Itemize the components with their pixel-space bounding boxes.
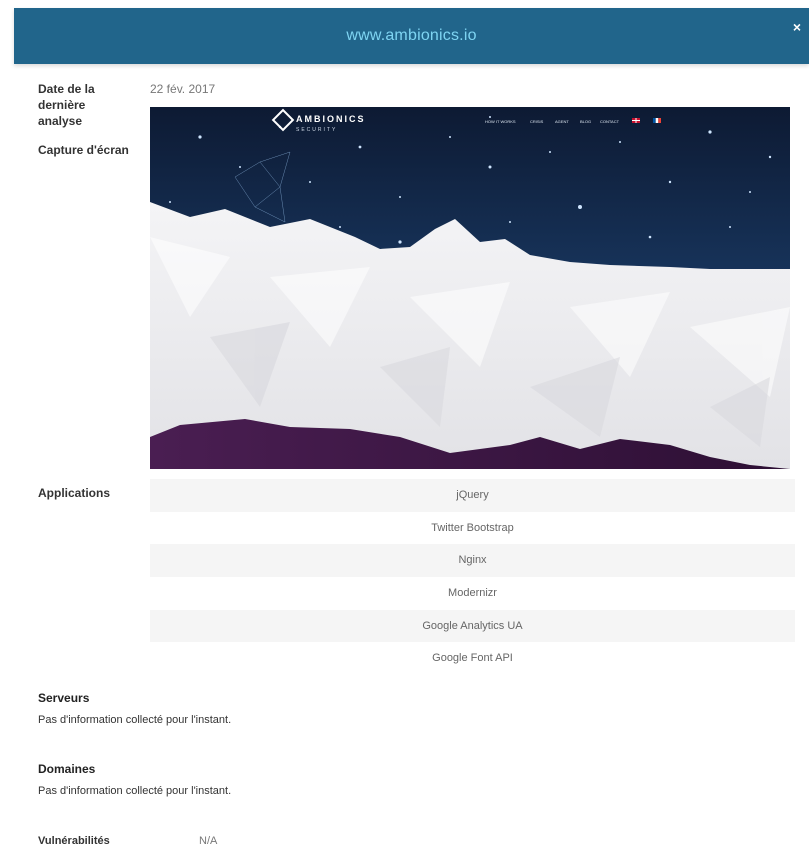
last-scan-label-line3: analyse bbox=[38, 114, 83, 128]
vulnerabilities-label: Vulnérabilités bbox=[38, 835, 110, 847]
application-item: Modernizr bbox=[448, 587, 497, 600]
site-screenshot[interactable]: AMBIONICS SECURITY HOW IT WORKS CRISIS A… bbox=[150, 107, 790, 469]
screenshot-nav-item: CRISIS bbox=[530, 119, 544, 124]
servers-text: Pas d'information collecté pour l'instan… bbox=[38, 714, 232, 726]
domains-title: Domaines bbox=[38, 762, 96, 776]
screenshot-logo-bottom: SECURITY bbox=[296, 127, 337, 133]
site-screenshot-image: AMBIONICS SECURITY HOW IT WORKS CRISIS A… bbox=[150, 107, 790, 469]
screenshot-logo-top: AMBIONICS bbox=[296, 114, 366, 124]
screenshot-nav-item: BLOG bbox=[580, 119, 591, 124]
vulnerabilities-value: N/A bbox=[199, 835, 218, 847]
last-scan-label-line1: Date de la bbox=[38, 82, 95, 96]
screenshot-nav-item: HOW IT WORKS bbox=[485, 119, 516, 124]
servers-title: Serveurs bbox=[38, 691, 90, 705]
site-detail-modal: www.ambionics.io × Date de la dernière a… bbox=[0, 0, 809, 849]
last-scan-label-line2: dernière bbox=[38, 98, 86, 112]
uk-flag-icon bbox=[632, 118, 640, 123]
application-item: Google Font API bbox=[432, 652, 513, 665]
application-item: Google Analytics UA bbox=[150, 609, 795, 643]
modal-title: www.ambionics.io bbox=[346, 27, 477, 44]
applications-list: jQuery Twitter Bootstrap Nginx Modernizr… bbox=[150, 479, 795, 675]
application-item: jQuery bbox=[150, 479, 795, 512]
applications-label: Applications bbox=[38, 486, 111, 500]
application-item: Twitter Bootstrap bbox=[431, 521, 514, 534]
domains-text: Pas d'information collecté pour l'instan… bbox=[38, 785, 232, 797]
screenshot-nav-item: CONTACT bbox=[600, 119, 620, 124]
fr-flag-icon bbox=[653, 118, 661, 123]
screenshot-nav-item: AGENT bbox=[555, 119, 569, 124]
screenshot-label: Capture d'écran bbox=[38, 143, 129, 157]
modal-header: www.ambionics.io × bbox=[14, 8, 809, 64]
close-icon[interactable]: × bbox=[793, 20, 801, 34]
last-scan-date: 22 fév. 2017 bbox=[150, 82, 216, 96]
application-item: Nginx bbox=[150, 544, 795, 578]
